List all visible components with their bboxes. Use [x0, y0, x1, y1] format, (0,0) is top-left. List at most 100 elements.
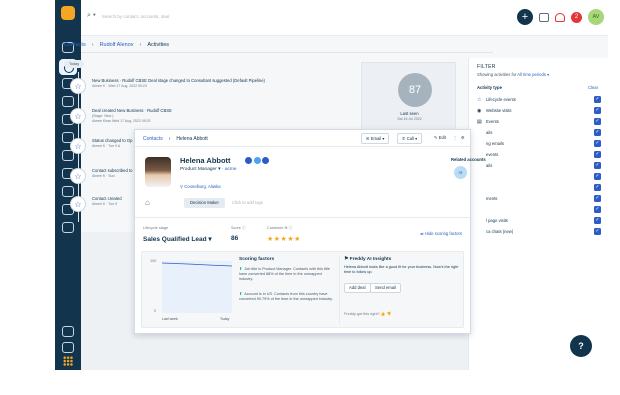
filter-row-label: events — [486, 152, 499, 157]
card-breadcrumb-contacts[interactable]: Contacts — [143, 136, 163, 142]
bell-icon[interactable] — [555, 12, 565, 22]
filter-row[interactable]: ▤ Events ✓ — [477, 118, 601, 126]
breadcrumb-contacts[interactable]: Contacts — [64, 42, 86, 48]
hide-scoring-factors-link[interactable]: ⇄ Hide scoring factors — [420, 231, 462, 236]
contact-score-circle: 87 — [398, 73, 432, 107]
job-title: Product Manager — [180, 167, 217, 172]
filter-panel: FILTER Showing activities for All time p… — [468, 58, 608, 370]
add-tags-link[interactable]: Click to add tags — [232, 200, 263, 205]
filter-row[interactable]: ✓ — [477, 173, 601, 181]
filter-row[interactable]: ◉ Website visits ✓ — [477, 107, 601, 115]
filter-checkbox[interactable]: ✓ — [594, 118, 601, 125]
scoring-factor-item: ⬆ Account is in US. Contacts from this co… — [239, 292, 334, 302]
thumbs-down-icon[interactable]: 👎 — [387, 312, 392, 316]
global-search[interactable]: ⌕ ▾ Search by contact, accounts, deal — [87, 12, 169, 20]
filter-row-label: ca chats (new) — [486, 229, 514, 234]
filter-row-label: Website visits — [486, 108, 512, 113]
mail-icon[interactable] — [539, 12, 549, 22]
top-bar: ⌕ ▾ Search by contact, accounts, deal + … — [81, 0, 608, 36]
contact-quick-view: Contacts › Helena Abbott ✉ Email ▾ ✆ Cal… — [134, 129, 486, 334]
freddy-insight-text: Helena Abbott looks like a good fit for … — [344, 265, 459, 275]
contact-profile: Helena Abbott Product Manager ▾ · acme ⚲… — [135, 147, 486, 217]
tag-decision-maker[interactable]: Decision Maker — [184, 198, 225, 208]
clear-filter-link[interactable]: Clear — [588, 85, 598, 90]
filter-row[interactable]: ments ✓ — [477, 195, 601, 203]
filter-checkbox[interactable]: ✓ — [594, 140, 601, 147]
filter-row[interactable]: ca chats (new) ✓ — [477, 228, 601, 236]
filter-row[interactable]: ✓ — [477, 184, 601, 192]
filter-row-label: ng emails — [486, 141, 504, 146]
filter-period: Showing activities for All time periods … — [477, 72, 549, 77]
customer-fit-label: Customer fit ⓘ — [267, 226, 293, 230]
hide-scoring-label: Hide scoring factors — [424, 231, 462, 236]
scoring-factor-item: ⬆ Job title is Product Manager. Contacts … — [239, 267, 334, 283]
contact-photo — [145, 157, 171, 187]
filter-row[interactable]: ails ✓ — [477, 162, 601, 170]
filter-checkbox[interactable]: ✓ — [594, 217, 601, 224]
filter-period-dropdown[interactable]: All time periods ▾ — [517, 72, 549, 77]
filter-row-label: ails — [486, 163, 493, 168]
filter-row[interactable]: ✓ — [477, 206, 601, 214]
filter-checkbox[interactable]: ✓ — [594, 107, 601, 114]
email-button[interactable]: ✉ Email ▾ — [361, 133, 390, 144]
tag-icon: ⌂ — [145, 198, 150, 207]
star-icon: ☆ — [70, 108, 86, 124]
trend-x-left-label: Last week — [162, 317, 178, 321]
contact-location[interactable]: ⚲ Connelburg, Alaska — [180, 184, 221, 189]
filter-checkbox[interactable]: ✓ — [594, 162, 601, 169]
divider — [135, 217, 470, 218]
activity-text: Contact created — [92, 196, 122, 201]
filter-row-label: ails — [486, 130, 493, 135]
filter-checkbox[interactable]: ✓ — [594, 228, 601, 235]
filter-period-label: Showing activities for — [477, 72, 517, 77]
divider — [339, 256, 340, 324]
location-text: Connelburg, Alaska — [184, 184, 221, 189]
user-avatar[interactable]: AV — [588, 9, 604, 25]
facebook-icon[interactable] — [245, 157, 252, 164]
filter-row[interactable]: l page visits ✓ — [477, 217, 601, 225]
linkedin-icon[interactable] — [262, 157, 269, 164]
star-icon: ☆ — [70, 138, 86, 154]
filter-checkbox[interactable]: ✓ — [594, 195, 601, 202]
send-email-button[interactable]: Send email — [370, 283, 401, 293]
add-deal-button[interactable]: Add deal — [344, 283, 371, 293]
breadcrumb-person[interactable]: Rudolf Alenov — [100, 42, 134, 48]
filter-row[interactable]: ails ✓ — [477, 129, 601, 137]
quick-add-button[interactable]: + — [517, 9, 533, 25]
thumbs-up-icon[interactable]: 👍 — [381, 312, 386, 316]
filter-row[interactable]: ng emails ✓ — [477, 140, 601, 148]
filter-checkbox[interactable]: ✓ — [594, 96, 601, 103]
chat-icon[interactable] — [62, 342, 74, 353]
more-options-icon[interactable]: ⋮ — [451, 133, 460, 144]
freddy-insights-label: Freddy AI Insights — [349, 257, 392, 262]
notification-badge[interactable]: 2 — [571, 11, 582, 23]
breadcrumb: Contacts › Rudolf Alenov › Activities — [64, 42, 169, 48]
filter-row[interactable]: ☆ Lifecycle events ✓ — [477, 96, 601, 104]
edit-button[interactable]: ✎ Edit — [430, 133, 450, 144]
twitter-icon[interactable] — [253, 157, 261, 164]
app-logo-icon[interactable] — [61, 6, 75, 20]
company-link[interactable]: acme — [225, 167, 237, 172]
filter-row[interactable]: events ✓ — [477, 151, 601, 159]
activity-text: Contact subscribed to — [92, 168, 133, 173]
help-button[interactable]: ? — [570, 335, 592, 357]
search-icon: ⌕ ▾ — [87, 12, 96, 19]
filter-checkbox[interactable]: ✓ — [594, 173, 601, 180]
lifecycle-stage-dropdown[interactable]: Sales Qualified Lead ▾ — [143, 235, 212, 243]
filter-type-icon: ◉ — [477, 108, 482, 114]
apps-grid-icon[interactable] — [63, 356, 73, 366]
related-account-avatar[interactable]: AI — [454, 166, 467, 179]
scoring-panel: 100 0 Last week Today Scoring factors ⬆ J… — [141, 251, 464, 328]
social-links — [245, 157, 269, 164]
filter-checkbox[interactable]: ✓ — [594, 184, 601, 191]
filter-checkbox[interactable]: ✓ — [594, 151, 601, 158]
call-button[interactable]: ✆ Call ▾ — [397, 133, 423, 144]
phone-icon[interactable] — [62, 326, 74, 337]
email-button-label: Email — [370, 136, 382, 141]
filter-checkbox[interactable]: ✓ — [594, 129, 601, 136]
divider — [81, 52, 493, 53]
arrow-up-icon: ⬆ — [239, 292, 243, 296]
filter-checkbox[interactable]: ✓ — [594, 206, 601, 213]
settings-gear-icon[interactable]: ⚙ — [459, 133, 467, 144]
search-input[interactable]: Search by contact, accounts, deal — [102, 14, 170, 19]
